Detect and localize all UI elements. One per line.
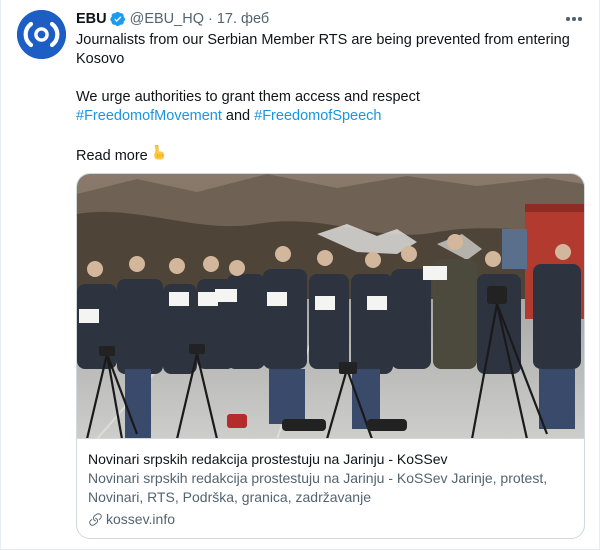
read-more-line: Read more [76,144,591,169]
verified-badge-icon [109,11,126,27]
more-options-icon[interactable] [563,10,585,28]
author-name[interactable]: EBU [76,11,107,27]
tweet[interactable]: EBU @EBU_HQ · 17. феб Journalists from o… [0,0,600,550]
tweet-header: EBU @EBU_HQ · 17. феб [76,10,269,28]
tweet-line-2-text: We urge authorities to grant them access… [76,89,420,105]
avatar[interactable] [17,10,66,59]
card-domain-text[interactable]: kossev.info [106,510,175,529]
tweet-conjunction: and [225,108,251,124]
read-more-text: Read more [76,148,148,164]
tweet-line-2: We urge authorities to grant them access… [76,88,591,126]
card-image[interactable] [77,174,584,439]
pointing-down-emoji-icon [151,144,167,169]
card-domain: kossev.info [88,510,576,529]
ebu-logo-icon [17,10,66,59]
author-handle[interactable]: @EBU_HQ [130,11,204,27]
card-title: Novinari srpskih redakcija prostestuju n… [88,451,448,467]
card-text[interactable]: Novinari srpskih redakcija prostestuju n… [88,450,576,529]
link-icon [88,512,103,527]
header-separator: · [207,11,213,27]
hashtag-freedom-of-movement[interactable]: #FreedomofMovement [76,108,222,124]
link-card[interactable]: Novinari srpskih redakcija prostestuju n… [76,173,585,539]
hashtag-freedom-of-speech[interactable]: #FreedomofSpeech [254,108,381,124]
tweet-line-1: Journalists from our Serbian Member RTS … [76,32,570,67]
tweet-text: Journalists from our Serbian Member RTS … [76,31,591,169]
tweet-date[interactable]: 17. феб [217,11,269,27]
card-description: Novinari srpskih redakcija prostestuju n… [88,470,548,505]
